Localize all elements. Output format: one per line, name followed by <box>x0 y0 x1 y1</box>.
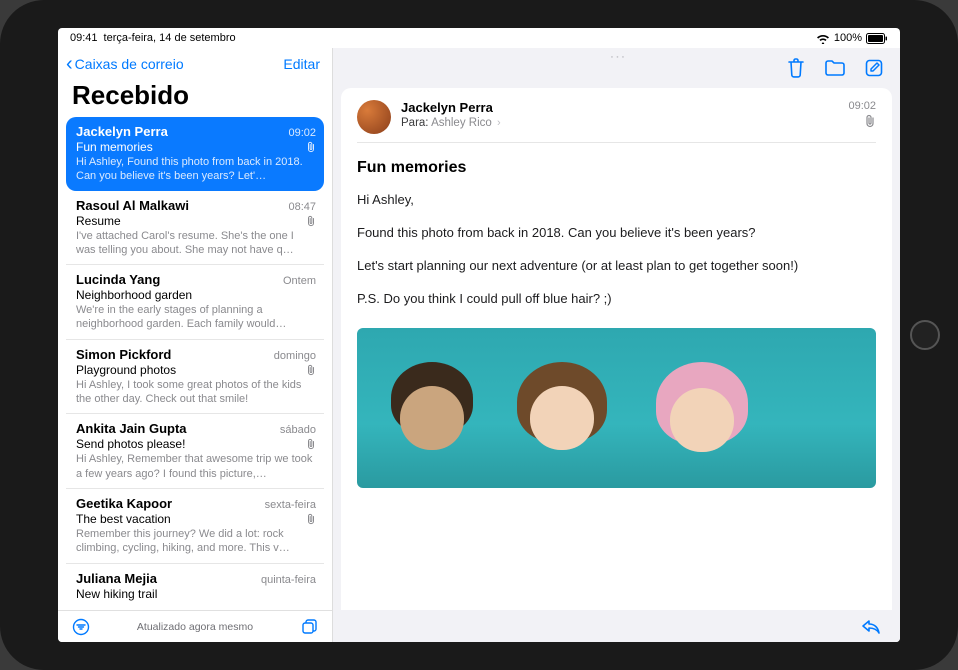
battery-percent: 100% <box>834 32 862 44</box>
list-subject: New hiking trail <box>76 587 316 601</box>
photo-person <box>507 368 617 488</box>
sync-status: Atualizado agora mesmo <box>137 621 253 633</box>
photo-person <box>377 368 487 488</box>
message-body: Hi Ashley, Found this photo from back in … <box>357 191 876 322</box>
status-bar: 09:41 terça-feira, 14 de setembro 100% <box>58 28 900 48</box>
list-subject: Send photos please! <box>76 437 316 451</box>
back-mailboxes-button[interactable]: ‹ Caixas de correio <box>66 54 184 74</box>
attached-photo[interactable] <box>357 328 876 488</box>
message-recipient-row[interactable]: Para: Ashley Rico › <box>401 117 838 129</box>
list-subject: The best vacation <box>76 512 316 526</box>
status-date: terça-feira, 14 de setembro <box>104 32 236 44</box>
message-list-item[interactable]: Jackelyn Perra 09:02Fun memoriesHi Ashley… <box>66 117 324 191</box>
chevron-right-icon: › <box>497 117 501 129</box>
message-list-item[interactable]: Rasoul Al Malkawi 08:47ResumeI've attache… <box>66 191 324 266</box>
list-sender: Simon Pickford <box>76 347 171 362</box>
list-preview: We're in the early stages of planning a … <box>76 303 316 332</box>
message-time: 09:02 <box>848 100 876 112</box>
list-preview: Remember this journey? We did a lot: roc… <box>76 527 316 556</box>
message-subject: Fun memories <box>357 143 876 191</box>
attachment-icon <box>306 215 316 227</box>
reply-button[interactable] <box>860 617 882 635</box>
home-button[interactable] <box>910 320 940 350</box>
message-list-item[interactable]: Juliana Mejia quinta-feiraNew hiking trai… <box>66 564 324 608</box>
status-time: 09:41 <box>70 32 98 44</box>
list-sender: Rasoul Al Malkawi <box>76 198 189 213</box>
attachment-icon <box>306 364 316 376</box>
list-sender: Jackelyn Perra <box>76 124 168 139</box>
attachment-icon <box>848 114 876 131</box>
list-preview: Hi Ashley, I took some great photos of t… <box>76 378 316 407</box>
list-preview: I've attached Carol's resume. She's the … <box>76 229 316 258</box>
message-list-item[interactable]: Simon Pickford domingoPlayground photosHi… <box>66 340 324 415</box>
list-time: sábado <box>280 424 316 436</box>
list-preview: Hi Ashley, Found this photo from back in… <box>76 155 316 184</box>
message-header: Jackelyn Perra Para: Ashley Rico › 09:02 <box>357 100 876 143</box>
attachment-icon <box>306 141 316 153</box>
list-sender: Juliana Mejia <box>76 571 157 586</box>
message-bottom-bar <box>333 610 900 642</box>
message-list[interactable]: Jackelyn Perra09:02Fun memoriesHi Ashley… <box>58 117 332 610</box>
body-paragraph: P.S. Do you think I could pull off blue … <box>357 290 876 309</box>
body-paragraph: Let's start planning our next adventure … <box>357 257 876 276</box>
drag-handle-icon[interactable]: ● ● ● <box>611 54 625 59</box>
trash-button[interactable] <box>786 57 806 79</box>
move-folder-button[interactable] <box>824 58 846 78</box>
body-paragraph: Found this photo from back in 2018. Can … <box>357 224 876 243</box>
list-subject: Playground photos <box>76 363 316 377</box>
message-list-item[interactable]: Lucinda Yang OntemNeighborhood gardenWe'r… <box>66 265 324 340</box>
message-list-item[interactable]: Geetika Kapoor sexta-feiraThe best vacati… <box>66 489 324 564</box>
list-time: domingo <box>274 350 316 362</box>
back-label: Caixas de correio <box>75 56 184 72</box>
list-sender: Geetika Kapoor <box>76 496 172 511</box>
list-subject: Resume <box>76 214 316 228</box>
list-time: quinta-feira <box>261 574 316 586</box>
filter-icon[interactable] <box>72 618 90 636</box>
edit-button[interactable]: Editar <box>283 56 320 72</box>
list-sender: Ankita Jain Gupta <box>76 421 187 436</box>
message-sender[interactable]: Jackelyn Perra <box>401 100 838 115</box>
inbox-title: Recebido <box>58 76 332 117</box>
list-time: sexta-feira <box>265 499 316 511</box>
list-time: 09:02 <box>288 127 316 139</box>
message-card: Jackelyn Perra Para: Ashley Rico › 09:02 <box>341 88 892 610</box>
list-time: Ontem <box>283 275 316 287</box>
body-paragraph: Hi Ashley, <box>357 191 876 210</box>
chevron-left-icon: ‹ <box>66 54 73 74</box>
battery-icon <box>866 33 888 44</box>
recipient-name: Ashley Rico <box>431 117 492 129</box>
list-subject: Neighborhood garden <box>76 288 316 302</box>
message-pane: ● ● ● Jackelyn P <box>333 48 900 642</box>
to-label: Para: <box>401 117 429 129</box>
list-subject: Fun memories <box>76 140 316 154</box>
screen: 09:41 terça-feira, 14 de setembro 100% ‹ <box>58 28 900 642</box>
mailbox-sidebar: ‹ Caixas de correio Editar Recebido Jack… <box>58 48 333 642</box>
message-list-item[interactable]: Ankita Jain Gupta sábadoSend photos pleas… <box>66 414 324 489</box>
sidebar-bottom-bar: Atualizado agora mesmo <box>58 610 332 642</box>
wifi-icon <box>816 33 830 44</box>
list-time: 08:47 <box>288 201 316 213</box>
compose-button[interactable] <box>864 58 884 78</box>
multi-window-icon[interactable] <box>300 618 318 636</box>
attachment-icon <box>306 438 316 450</box>
sender-avatar[interactable] <box>357 100 391 134</box>
list-preview: Hi Ashley, Remember that awesome trip we… <box>76 452 316 481</box>
attachment-icon <box>306 513 316 525</box>
list-sender: Lucinda Yang <box>76 272 160 287</box>
photo-person <box>647 368 757 488</box>
ipad-frame: 09:41 terça-feira, 14 de setembro 100% ‹ <box>0 0 958 670</box>
